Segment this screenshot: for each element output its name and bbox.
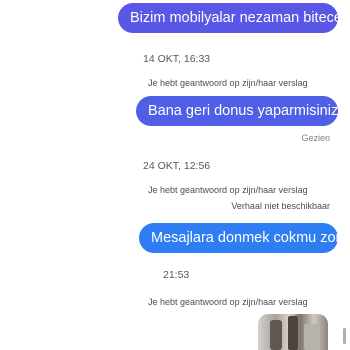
story-unavailable-label: Verhaal niet beschikbaar <box>231 201 330 211</box>
story-reply-note: Je hebt geantwoord op zijn/haar verslag <box>148 185 308 195</box>
timestamp: 24 OKT, 12:56 <box>143 160 211 172</box>
story-image-figure <box>304 324 320 350</box>
message-bubble[interactable]: Mesajlara donmek cokmu zor? <box>139 223 348 253</box>
message-bubble[interactable]: Bana geri donus yaparmisiniz? <box>136 96 346 126</box>
story-image-figure <box>270 320 282 350</box>
story-image-figure <box>288 316 298 350</box>
story-reply-note: Je hebt geantwoord op zijn/haar verslag <box>148 297 308 307</box>
timestamp: 21:53 <box>163 269 190 281</box>
story-reply-note: Je hebt geantwoord op zijn/haar verslag <box>148 78 308 88</box>
story-thumbnail[interactable] <box>258 314 328 350</box>
chat-thread: Bizim mobilyalar nezaman bitecek? 14 OKT… <box>0 0 350 350</box>
message-bubble[interactable]: Bizim mobilyalar nezaman bitecek? <box>118 3 350 33</box>
seen-status: Gezien <box>301 133 330 143</box>
timestamp: 14 OKT, 16:33 <box>143 53 211 65</box>
reply-indicator-bar <box>343 328 346 344</box>
